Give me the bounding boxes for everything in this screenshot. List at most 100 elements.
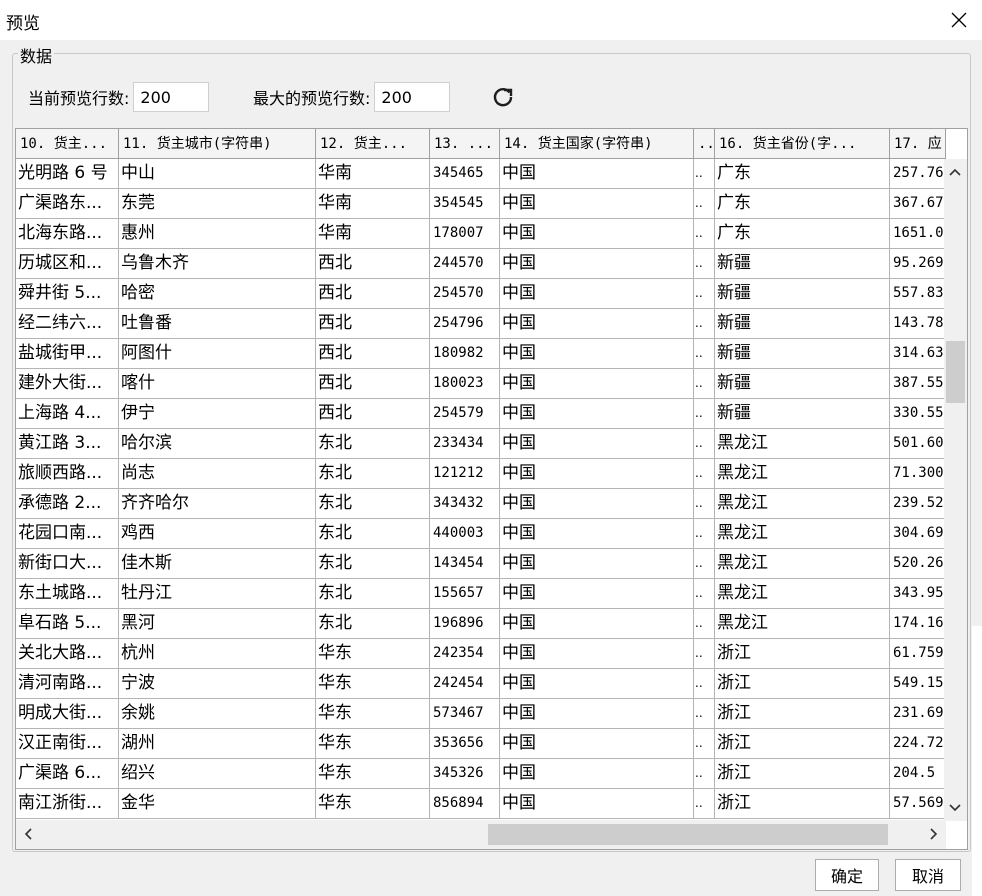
table-row[interactable]: 舜井街 5... 哈密 西北 254570 中国.. 新疆 557.83 — [16, 279, 946, 309]
table-cell[interactable]: 中国 — [500, 189, 694, 219]
table-row[interactable]: 新街口大... 佳木斯 东北 143454 中国.. 黑龙江 520.26 — [16, 549, 946, 579]
table-cell[interactable]: 光明路 6 号 — [16, 159, 119, 189]
table-cell[interactable]: 501.60 — [890, 429, 946, 459]
table-cell[interactable]: 佳木斯 — [119, 549, 316, 579]
table-cell[interactable]: 204.5 — [890, 759, 946, 789]
column-header[interactable]: 12. 货主... — [316, 129, 430, 159]
table-cell[interactable]: 中国 — [500, 519, 694, 549]
table-cell[interactable]: 242354 — [430, 639, 500, 669]
table-cell[interactable]: 174.16 — [890, 609, 946, 639]
table-cell[interactable]: 中国 — [500, 729, 694, 759]
table-cell[interactable]: 黑龙江 — [715, 549, 890, 579]
table-cell[interactable]: 吐鲁番 — [119, 309, 316, 339]
table-cell[interactable]: 244570 — [430, 249, 500, 279]
vertical-scrollbar[interactable] — [944, 159, 967, 821]
table-cell[interactable]: 中国 — [500, 759, 694, 789]
table-cell[interactable]: 中国 — [500, 309, 694, 339]
table-cell[interactable]: 旅顺西路... — [16, 459, 119, 489]
table-cell[interactable]: 华东 — [316, 729, 430, 759]
table-cell[interactable]: 343.95 — [890, 579, 946, 609]
table-cell[interactable]: 喀什 — [119, 369, 316, 399]
table-cell[interactable]: 伊宁 — [119, 399, 316, 429]
table-cell[interactable]: 中国 — [500, 429, 694, 459]
table-cell[interactable]: 中国 — [500, 579, 694, 609]
table-cell[interactable]: 233434 — [430, 429, 500, 459]
current-rows-input[interactable] — [133, 82, 210, 112]
table-cell[interactable]: 建外大街... — [16, 369, 119, 399]
max-rows-input[interactable] — [374, 82, 451, 112]
table-row[interactable]: 广渠路东... 东莞 华南 354545 中国.. 广东 367.67 — [16, 189, 946, 219]
table-cell[interactable]: 中国 — [500, 219, 694, 249]
table-cell[interactable]: 西北 — [316, 309, 430, 339]
table-cell[interactable]: 汉正南街... — [16, 729, 119, 759]
refresh-button[interactable] — [490, 84, 516, 110]
table-cell[interactable]: 180023 — [430, 369, 500, 399]
table-row[interactable]: 阜石路 5... 黑河 东北 196896 中国.. 黑龙江 174.16 — [16, 609, 946, 639]
table-cell[interactable]: .. — [694, 219, 715, 249]
table-cell[interactable]: 西北 — [316, 369, 430, 399]
table-cell[interactable]: 71.300 — [890, 459, 946, 489]
table-cell[interactable]: 黑龙江 — [715, 579, 890, 609]
table-row[interactable]: 建外大街... 喀什 西北 180023 中国.. 新疆 387.55 — [16, 369, 946, 399]
table-cell[interactable]: .. — [694, 519, 715, 549]
table-row[interactable]: 旅顺西路... 尚志 东北 121212 中国.. 黑龙江 71.300 — [16, 459, 946, 489]
table-cell[interactable]: 舜井街 5... — [16, 279, 119, 309]
table-row[interactable]: 清河南路... 宁波 华东 242454 中国.. 浙江 549.15 — [16, 669, 946, 699]
table-cell[interactable]: 鸡西 — [119, 519, 316, 549]
table-cell[interactable]: 257.76 — [890, 159, 946, 189]
table-cell[interactable]: 广渠路 6... — [16, 759, 119, 789]
table-cell[interactable]: .. — [694, 609, 715, 639]
table-cell[interactable]: 历城区和... — [16, 249, 119, 279]
table-cell[interactable]: .. — [694, 699, 715, 729]
table-cell[interactable]: 明成大街... — [16, 699, 119, 729]
table-cell[interactable]: 新疆 — [715, 279, 890, 309]
table-cell[interactable]: 254796 — [430, 309, 500, 339]
table-cell[interactable]: 阜石路 5... — [16, 609, 119, 639]
table-row[interactable]: 经二纬六... 吐鲁番 西北 254796 中国.. 新疆 143.78 — [16, 309, 946, 339]
scroll-right-button[interactable] — [924, 823, 944, 845]
table-cell[interactable]: 440003 — [430, 519, 500, 549]
column-header[interactable]: 14. 货主国家(字符串) — [500, 129, 694, 159]
table-cell[interactable]: 121212 — [430, 459, 500, 489]
table-cell[interactable]: 承德路 2... — [16, 489, 119, 519]
table-cell[interactable]: 中国 — [500, 609, 694, 639]
scroll-down-button[interactable] — [945, 797, 965, 819]
table-cell[interactable]: .. — [694, 369, 715, 399]
data-table[interactable]: 10. 货主... 11. 货主城市(字符串) 12. 货主... 13. ..… — [15, 128, 968, 850]
table-cell[interactable]: .. — [694, 249, 715, 279]
table-cell[interactable]: .. — [694, 159, 715, 189]
table-cell[interactable]: 中国 — [500, 549, 694, 579]
vertical-scroll-thumb[interactable] — [946, 341, 965, 403]
table-cell[interactable]: 东北 — [316, 549, 430, 579]
table-cell[interactable]: 343432 — [430, 489, 500, 519]
table-cell[interactable]: .. — [694, 759, 715, 789]
table-cell[interactable]: 广东 — [715, 189, 890, 219]
table-cell[interactable]: 254579 — [430, 399, 500, 429]
table-cell[interactable]: 东北 — [316, 609, 430, 639]
table-cell[interactable]: .. — [694, 579, 715, 609]
column-header[interactable]: 17. 应 — [890, 129, 946, 159]
table-row[interactable]: 关北大路... 杭州 华东 242354 中国.. 浙江 61.759 — [16, 639, 946, 669]
table-cell[interactable]: 中国 — [500, 369, 694, 399]
table-cell[interactable]: 经二纬六... — [16, 309, 119, 339]
table-cell[interactable]: .. — [694, 639, 715, 669]
table-cell[interactable]: 180982 — [430, 339, 500, 369]
table-cell[interactable]: 尚志 — [119, 459, 316, 489]
table-cell[interactable]: 南江浙街... — [16, 789, 119, 819]
table-cell[interactable]: 254570 — [430, 279, 500, 309]
table-cell[interactable]: 金华 — [119, 789, 316, 819]
table-cell[interactable]: .. — [694, 489, 715, 519]
table-row[interactable]: 黄江路 3... 哈尔滨 东北 233434 中国.. 黑龙江 501.60 — [16, 429, 946, 459]
table-cell[interactable]: 中国 — [500, 249, 694, 279]
table-cell[interactable]: 黑龙江 — [715, 609, 890, 639]
table-cell[interactable]: 中国 — [500, 639, 694, 669]
table-cell[interactable]: 北海东路... — [16, 219, 119, 249]
table-cell[interactable]: 新疆 — [715, 339, 890, 369]
table-cell[interactable]: 阿图什 — [119, 339, 316, 369]
table-cell[interactable]: 绍兴 — [119, 759, 316, 789]
table-cell[interactable]: 余姚 — [119, 699, 316, 729]
table-cell[interactable]: 东土城路... — [16, 579, 119, 609]
table-row[interactable]: 明成大街... 余姚 华东 573467 中国.. 浙江 231.69 — [16, 699, 946, 729]
table-cell[interactable]: 新疆 — [715, 399, 890, 429]
table-cell[interactable]: 华东 — [316, 669, 430, 699]
